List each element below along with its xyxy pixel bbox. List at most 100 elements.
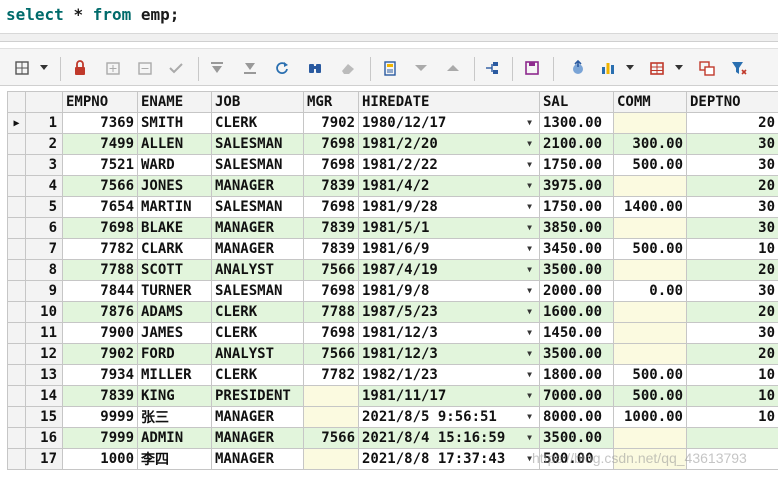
cell-mgr[interactable]: 7698: [303, 154, 359, 176]
cell-empno[interactable]: 7839: [62, 385, 138, 407]
cell-sal[interactable]: 8000.00: [539, 406, 614, 428]
date-dropdown-icon[interactable]: ▼: [527, 265, 532, 274]
cell-empno[interactable]: 7876: [62, 301, 138, 323]
sql-editor[interactable]: select * from emp;: [0, 0, 778, 34]
sql-statement[interactable]: select * from emp;: [6, 5, 179, 24]
cell-ename[interactable]: SCOTT: [137, 259, 212, 281]
cell-job[interactable]: PRESIDENT: [211, 385, 304, 407]
cell-hiredate[interactable]: 1981/11/17 ▼: [358, 385, 540, 407]
cell-deptno[interactable]: 30: [686, 322, 778, 344]
cell-deptno[interactable]: 20: [686, 301, 778, 323]
cell-hiredate[interactable]: 2021/8/4 15:16:59 ▼: [358, 427, 540, 449]
cell-sal[interactable]: 7000.00: [539, 385, 614, 407]
table-row[interactable]: 10 7876 ADAMS CLERK 7788 1987/5/23 ▼ 1600.00 20: [7, 301, 778, 323]
column-header[interactable]: JOB: [211, 91, 304, 113]
cell-comm[interactable]: 500.00: [613, 364, 687, 386]
cell-comm[interactable]: 1000.00: [613, 406, 687, 428]
cell-hiredate[interactable]: 2021/8/5 9:56:51 ▼: [358, 406, 540, 428]
table-view-dropdown-icon[interactable]: [675, 65, 683, 70]
cell-deptno[interactable]: 30: [686, 196, 778, 218]
cell-ename[interactable]: CLARK: [137, 238, 212, 260]
cell-job[interactable]: SALESMAN: [211, 196, 304, 218]
column-header[interactable]: MGR: [303, 91, 359, 113]
cell-hiredate[interactable]: 1981/9/28 ▼: [358, 196, 540, 218]
row-number[interactable]: 11: [25, 322, 63, 344]
cell-empno[interactable]: 7999: [62, 427, 138, 449]
cell-mgr[interactable]: 7788: [303, 301, 359, 323]
cell-mgr[interactable]: 7566: [303, 343, 359, 365]
row-indicator[interactable]: [7, 238, 26, 260]
row-indicator[interactable]: [7, 385, 26, 407]
cell-empno[interactable]: 7698: [62, 217, 138, 239]
previous-icon[interactable]: [443, 58, 463, 78]
row-number[interactable]: 17: [25, 448, 63, 470]
cell-mgr[interactable]: 7782: [303, 364, 359, 386]
cell-hiredate[interactable]: 1980/12/17 ▼: [358, 112, 540, 134]
cell-comm[interactable]: 500.00: [613, 238, 687, 260]
date-dropdown-icon[interactable]: ▼: [527, 181, 532, 190]
lock-icon[interactable]: [70, 58, 90, 78]
cell-hiredate[interactable]: 1982/1/23 ▼: [358, 364, 540, 386]
date-dropdown-icon[interactable]: ▼: [527, 307, 532, 316]
row-number[interactable]: 8: [25, 259, 63, 281]
cell-comm[interactable]: [613, 322, 687, 344]
cell-comm[interactable]: 500.00: [613, 385, 687, 407]
next-icon[interactable]: [411, 58, 431, 78]
row-indicator[interactable]: [7, 133, 26, 155]
export-icon[interactable]: [568, 58, 588, 78]
cell-ename[interactable]: TURNER: [137, 280, 212, 302]
cell-deptno[interactable]: 20: [686, 112, 778, 134]
row-number[interactable]: 16: [25, 427, 63, 449]
cell-deptno[interactable]: [686, 448, 778, 470]
cell-empno[interactable]: 7566: [62, 175, 138, 197]
table-row[interactable]: 5 7654 MARTIN SALESMAN 7698 1981/9/28 ▼ 1750.00…: [7, 196, 778, 218]
column-header[interactable]: DEPTNO: [686, 91, 778, 113]
cell-mgr[interactable]: [303, 448, 359, 470]
find-icon[interactable]: [305, 58, 325, 78]
date-dropdown-icon[interactable]: ▼: [527, 139, 532, 148]
cell-mgr[interactable]: [303, 385, 359, 407]
date-dropdown-icon[interactable]: ▼: [527, 433, 532, 442]
cell-job[interactable]: CLERK: [211, 322, 304, 344]
cell-job[interactable]: CLERK: [211, 364, 304, 386]
cell-job[interactable]: CLERK: [211, 112, 304, 134]
cell-job[interactable]: MANAGER: [211, 175, 304, 197]
row-indicator[interactable]: [7, 301, 26, 323]
cell-ename[interactable]: JONES: [137, 175, 212, 197]
table-row[interactable]: 4 7566 JONES MANAGER 7839 1981/4/2 ▼ 3975.00 20: [7, 175, 778, 197]
cell-hiredate[interactable]: 1981/4/2 ▼: [358, 175, 540, 197]
cell-mgr[interactable]: 7698: [303, 280, 359, 302]
row-indicator[interactable]: [7, 322, 26, 344]
cell-comm[interactable]: [613, 217, 687, 239]
cell-hiredate[interactable]: 1981/9/8 ▼: [358, 280, 540, 302]
cell-empno[interactable]: 7521: [62, 154, 138, 176]
cell-hiredate[interactable]: 1987/4/19 ▼: [358, 259, 540, 281]
table-row[interactable]: 3 7521 WARD SALESMAN 7698 1981/2/22 ▼ 1750.00 50…: [7, 154, 778, 176]
row-indicator[interactable]: [7, 448, 26, 470]
row-number[interactable]: 5: [25, 196, 63, 218]
date-dropdown-icon[interactable]: ▼: [527, 454, 532, 463]
cell-sal[interactable]: 1300.00: [539, 112, 614, 134]
table-row[interactable]: 7 7782 CLARK MANAGER 7839 1981/6/9 ▼ 3450.00 500…: [7, 238, 778, 260]
post-edit-icon[interactable]: [166, 58, 186, 78]
row-indicator[interactable]: [7, 343, 26, 365]
cell-ename[interactable]: BLAKE: [137, 217, 212, 239]
cell-hiredate[interactable]: 1981/12/3 ▼: [358, 343, 540, 365]
cell-comm[interactable]: [613, 301, 687, 323]
cell-ename[interactable]: 李四: [137, 448, 212, 470]
grid-mode-dropdown-icon[interactable]: [40, 65, 48, 70]
cell-mgr[interactable]: 7698: [303, 133, 359, 155]
cell-job[interactable]: SALESMAN: [211, 154, 304, 176]
table-row[interactable]: 8 7788 SCOTT ANALYST 7566 1987/4/19 ▼ 3500.00 20: [7, 259, 778, 281]
column-header[interactable]: ENAME: [137, 91, 212, 113]
row-number[interactable]: 2: [25, 133, 63, 155]
cell-ename[interactable]: 张三: [137, 406, 212, 428]
cell-hiredate[interactable]: 2021/8/8 17:37:43 ▼: [358, 448, 540, 470]
cell-job[interactable]: SALESMAN: [211, 280, 304, 302]
row-number[interactable]: 12: [25, 343, 63, 365]
table-row[interactable]: 12 7902 FORD ANALYST 7566 1981/12/3 ▼ 3500.00 20: [7, 343, 778, 365]
cell-deptno[interactable]: 30: [686, 154, 778, 176]
cell-sal[interactable]: 3850.00: [539, 217, 614, 239]
cell-deptno[interactable]: 30: [686, 133, 778, 155]
cell-hiredate[interactable]: 1981/12/3 ▼: [358, 322, 540, 344]
